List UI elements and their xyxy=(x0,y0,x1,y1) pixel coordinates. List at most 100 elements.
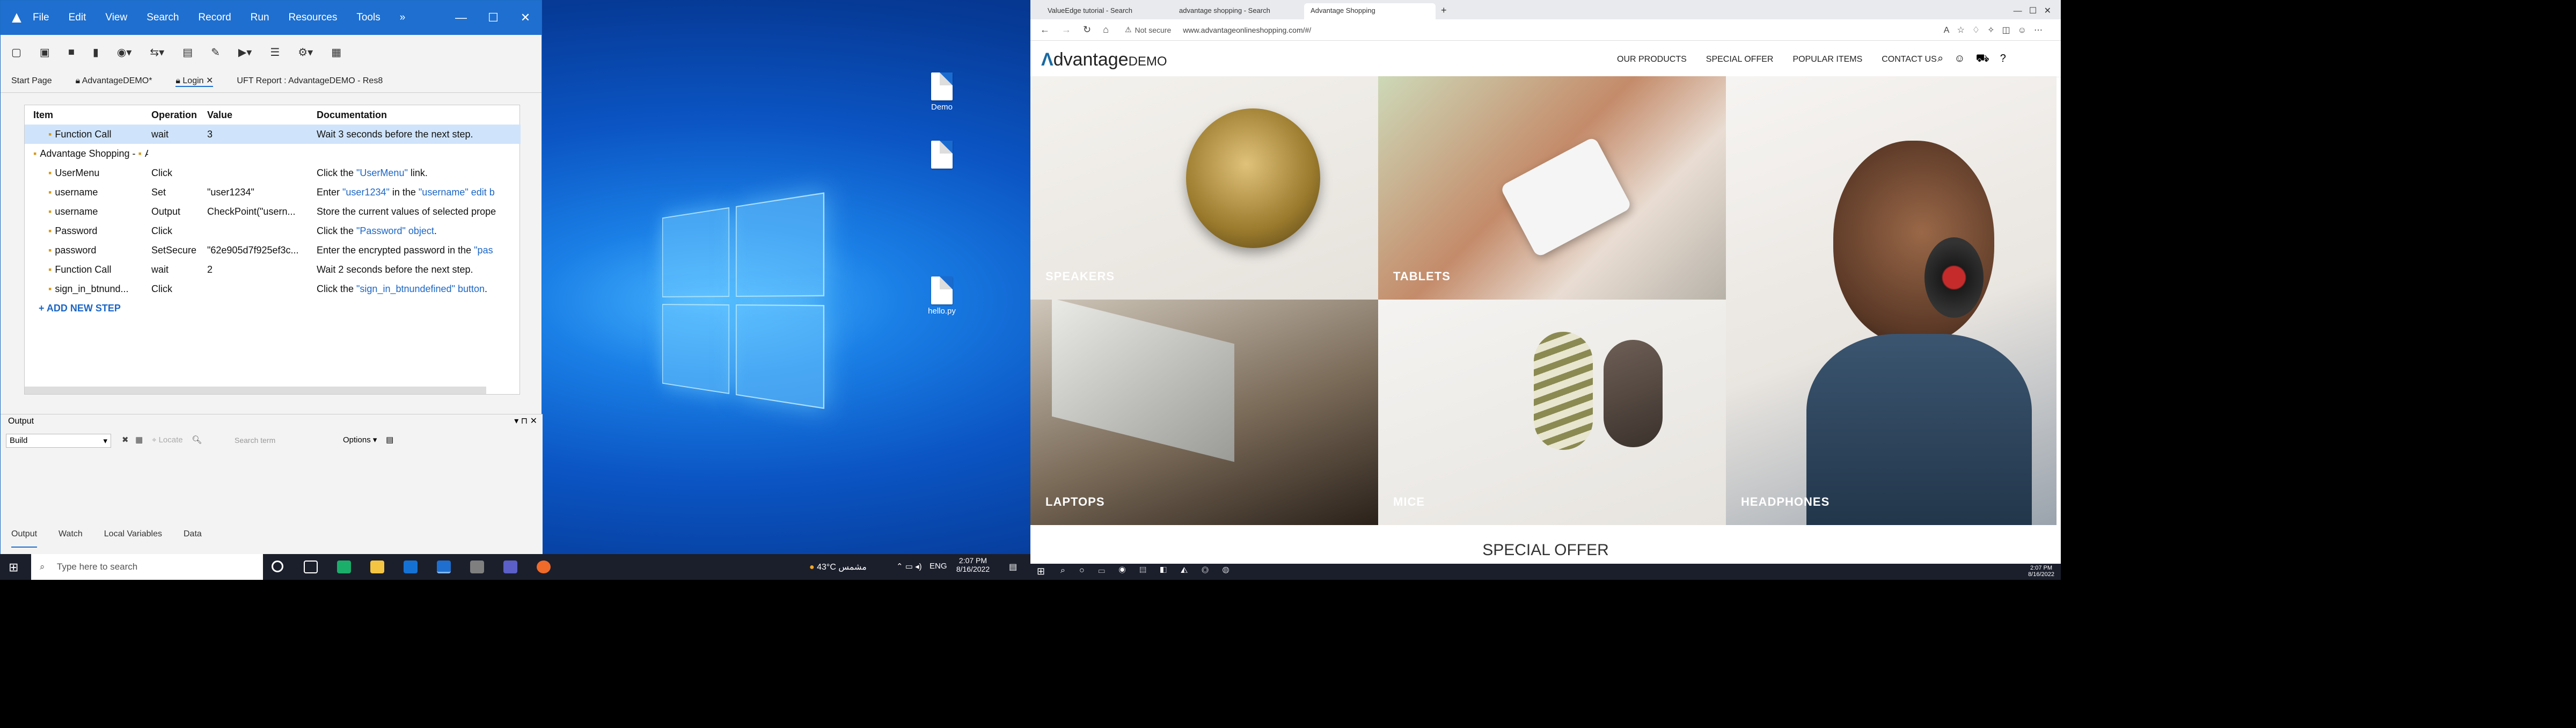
row-item[interactable]: ▪ Password xyxy=(48,221,148,241)
close-icon[interactable]: ✕ xyxy=(509,11,541,25)
header-item[interactable]: Item xyxy=(33,105,53,125)
menu-resources[interactable]: Resources xyxy=(289,12,338,24)
header-value[interactable]: Value xyxy=(207,105,232,125)
row-item[interactable]: ▪ Function Call xyxy=(48,260,148,279)
row-item[interactable]: ▪Advantage Shopping - ▪Advantage Shoppin… xyxy=(33,144,148,163)
add-new-step-link[interactable]: + ADD NEW STEP xyxy=(39,299,121,318)
warning-icon[interactable]: ⚠ xyxy=(1125,25,1132,34)
row-operation[interactable]: Click xyxy=(151,279,205,299)
desktop-icon-demo[interactable]: Demo xyxy=(923,72,961,112)
row-value[interactable]: 2 xyxy=(207,260,312,279)
cortana-icon[interactable] xyxy=(272,560,283,572)
back-icon[interactable]: ← xyxy=(1040,24,1050,35)
record-icon[interactable]: ◉▾ xyxy=(117,46,132,59)
new-tab-icon[interactable]: + xyxy=(1436,2,1452,19)
archive-icon[interactable]: ▤ xyxy=(182,46,193,59)
table-row[interactable]: ▪ sign_in_btnund... Click Click the "sign_i… xyxy=(25,279,521,299)
tile-laptops[interactable]: LAPTOPS xyxy=(1030,300,1378,525)
windows-start-icon[interactable]: ⊞ xyxy=(1037,566,1045,577)
tab-advantagedemo[interactable]: 🔒︎ AdvantageDEMO* xyxy=(76,76,152,86)
tab-output[interactable]: Output xyxy=(11,529,38,548)
save-icon[interactable]: ▣ xyxy=(40,46,50,59)
table-row[interactable]: ▪ username Output CheckPoint("usern... Store… xyxy=(25,202,521,221)
system-tray-icons[interactable]: ⌃ ▭ ◂) xyxy=(896,562,922,571)
row-item[interactable]: ▪ username xyxy=(48,183,148,202)
firefox-icon[interactable] xyxy=(537,560,551,573)
steps-icon[interactable]: ⇆▾ xyxy=(150,46,164,59)
nav-contact-us[interactable]: CONTACT US xyxy=(1882,55,1937,64)
tool-icon[interactable]: ✎ xyxy=(211,46,220,59)
row-value[interactable]: CheckPoint("usern... xyxy=(207,202,312,221)
options-dropdown[interactable]: Options ▾ ▤ xyxy=(343,435,393,445)
clear-icon[interactable]: ✖ xyxy=(122,435,129,445)
tile-headphones[interactable]: HEADPHONES xyxy=(1726,76,2057,525)
row-item[interactable]: ▪ sign_in_btnund... xyxy=(48,279,148,299)
table-row[interactable]: ▪ username Set "user1234" Enter "user1234" i… xyxy=(25,183,521,202)
home-icon[interactable]: ⌂ xyxy=(1103,24,1109,35)
app-icon[interactable] xyxy=(470,560,484,573)
help-icon[interactable]: ? xyxy=(2000,53,2017,64)
desktop-icon-hello-py[interactable]: hello.py xyxy=(923,276,961,316)
not-secure-label[interactable]: Not secure xyxy=(1135,26,1172,34)
uft-taskbar-icon[interactable] xyxy=(437,560,451,573)
header-documentation[interactable]: Documentation xyxy=(317,105,387,125)
menu-run[interactable]: Run xyxy=(251,12,269,24)
row-operation[interactable]: wait xyxy=(151,260,205,279)
row-value[interactable]: "62e905d7f925ef3c... xyxy=(207,241,312,260)
minimize-icon[interactable]: — xyxy=(445,11,477,25)
browser-tab-active[interactable]: Advantage Shopping xyxy=(1304,3,1436,19)
new-icon[interactable]: ▢ xyxy=(11,46,21,59)
refresh-icon[interactable]: ↻ xyxy=(1083,24,1091,35)
advantage-logo[interactable]: ΛdvantageDEMO xyxy=(1041,49,1167,70)
forward-icon[interactable]: → xyxy=(1062,24,1071,35)
row-value[interactable]: 3 xyxy=(207,125,312,144)
user-icon[interactable]: ☺ xyxy=(1954,53,1975,64)
browser-toolbar-icons[interactable]: A☆♢✧◫☺⋯ xyxy=(1944,25,2050,35)
task-view-icon[interactable] xyxy=(304,560,318,573)
row-operation[interactable]: Click xyxy=(151,163,205,183)
output-search-input[interactable]: Search term xyxy=(231,434,300,448)
menu-file[interactable]: File xyxy=(33,12,49,24)
menu-more[interactable]: » xyxy=(400,12,406,24)
header-operation[interactable]: Operation xyxy=(151,105,197,125)
menu-edit[interactable]: Edit xyxy=(69,12,86,24)
window-controls[interactable]: — ☐ ✕ xyxy=(2004,2,2061,19)
menu-view[interactable]: View xyxy=(105,12,127,24)
output-build-select[interactable]: Build ▾ xyxy=(6,434,111,448)
language-indicator[interactable]: ENG xyxy=(930,562,947,571)
row-item[interactable]: ▪ username xyxy=(48,202,148,221)
nav-popular-items[interactable]: POPULAR ITEMS xyxy=(1792,55,1862,64)
pause-icon[interactable]: ▮ xyxy=(93,46,99,59)
row-item[interactable]: ▪ password xyxy=(48,241,148,260)
tile-mice[interactable]: MICE xyxy=(1378,300,1726,525)
desktop-icon-file[interactable] xyxy=(923,141,961,171)
table-row[interactable]: ▪ UserMenu Click Click the "UserMenu" link. xyxy=(25,163,521,183)
menu-search[interactable]: Search xyxy=(147,12,179,24)
tile-tablets[interactable]: TABLETS xyxy=(1378,76,1726,300)
list-icon[interactable]: ☰ xyxy=(270,46,280,59)
taskbar-search-box[interactable]: ⌕ Type here to search xyxy=(31,554,263,580)
gear-icon[interactable]: ⚙▾ xyxy=(298,46,313,59)
table-row[interactable]: ▪ Function Call wait 3 Wait 3 seconds before… xyxy=(25,125,521,144)
tab-data[interactable]: Data xyxy=(184,529,202,548)
browser-tab[interactable]: ValueEdge tutorial - Search xyxy=(1041,3,1173,19)
menu-record[interactable]: Record xyxy=(198,12,231,24)
file-explorer-icon[interactable] xyxy=(370,560,384,573)
tab-local-variables[interactable]: Local Variables xyxy=(104,529,162,548)
clock[interactable]: 2:07 PM 8/16/2022 xyxy=(2028,565,2054,578)
teams-icon[interactable] xyxy=(503,560,517,573)
stop-icon[interactable]: ■ xyxy=(68,46,75,59)
search-icon[interactable]: ⌕ xyxy=(1937,53,1954,64)
panel-pin-close-icon[interactable]: ▾ ⊓ ✕ xyxy=(514,416,537,426)
notification-icon[interactable]: ▤ xyxy=(1009,562,1017,572)
row-item[interactable]: ▪ Function Call xyxy=(48,125,148,144)
browser-tab[interactable]: advantage shopping - Search xyxy=(1173,3,1304,19)
windows-start-icon[interactable]: ⊞ xyxy=(9,560,18,574)
tab-watch[interactable]: Watch xyxy=(58,529,83,548)
row-operation[interactable]: Click xyxy=(151,221,205,241)
weather-widget[interactable]: ● 43°C مشمس xyxy=(809,562,867,572)
step-group-row[interactable]: ▪Advantage Shopping - ▪Advantage Shoppin… xyxy=(25,144,521,163)
tab-login[interactable]: 🔒︎ Login ✕ xyxy=(175,75,214,87)
tile-speakers[interactable]: SPEAKERS xyxy=(1030,76,1378,300)
taskbar-app-icons[interactable]: ⌕○▭◉▤◧◭◎◍ xyxy=(1060,566,1243,576)
